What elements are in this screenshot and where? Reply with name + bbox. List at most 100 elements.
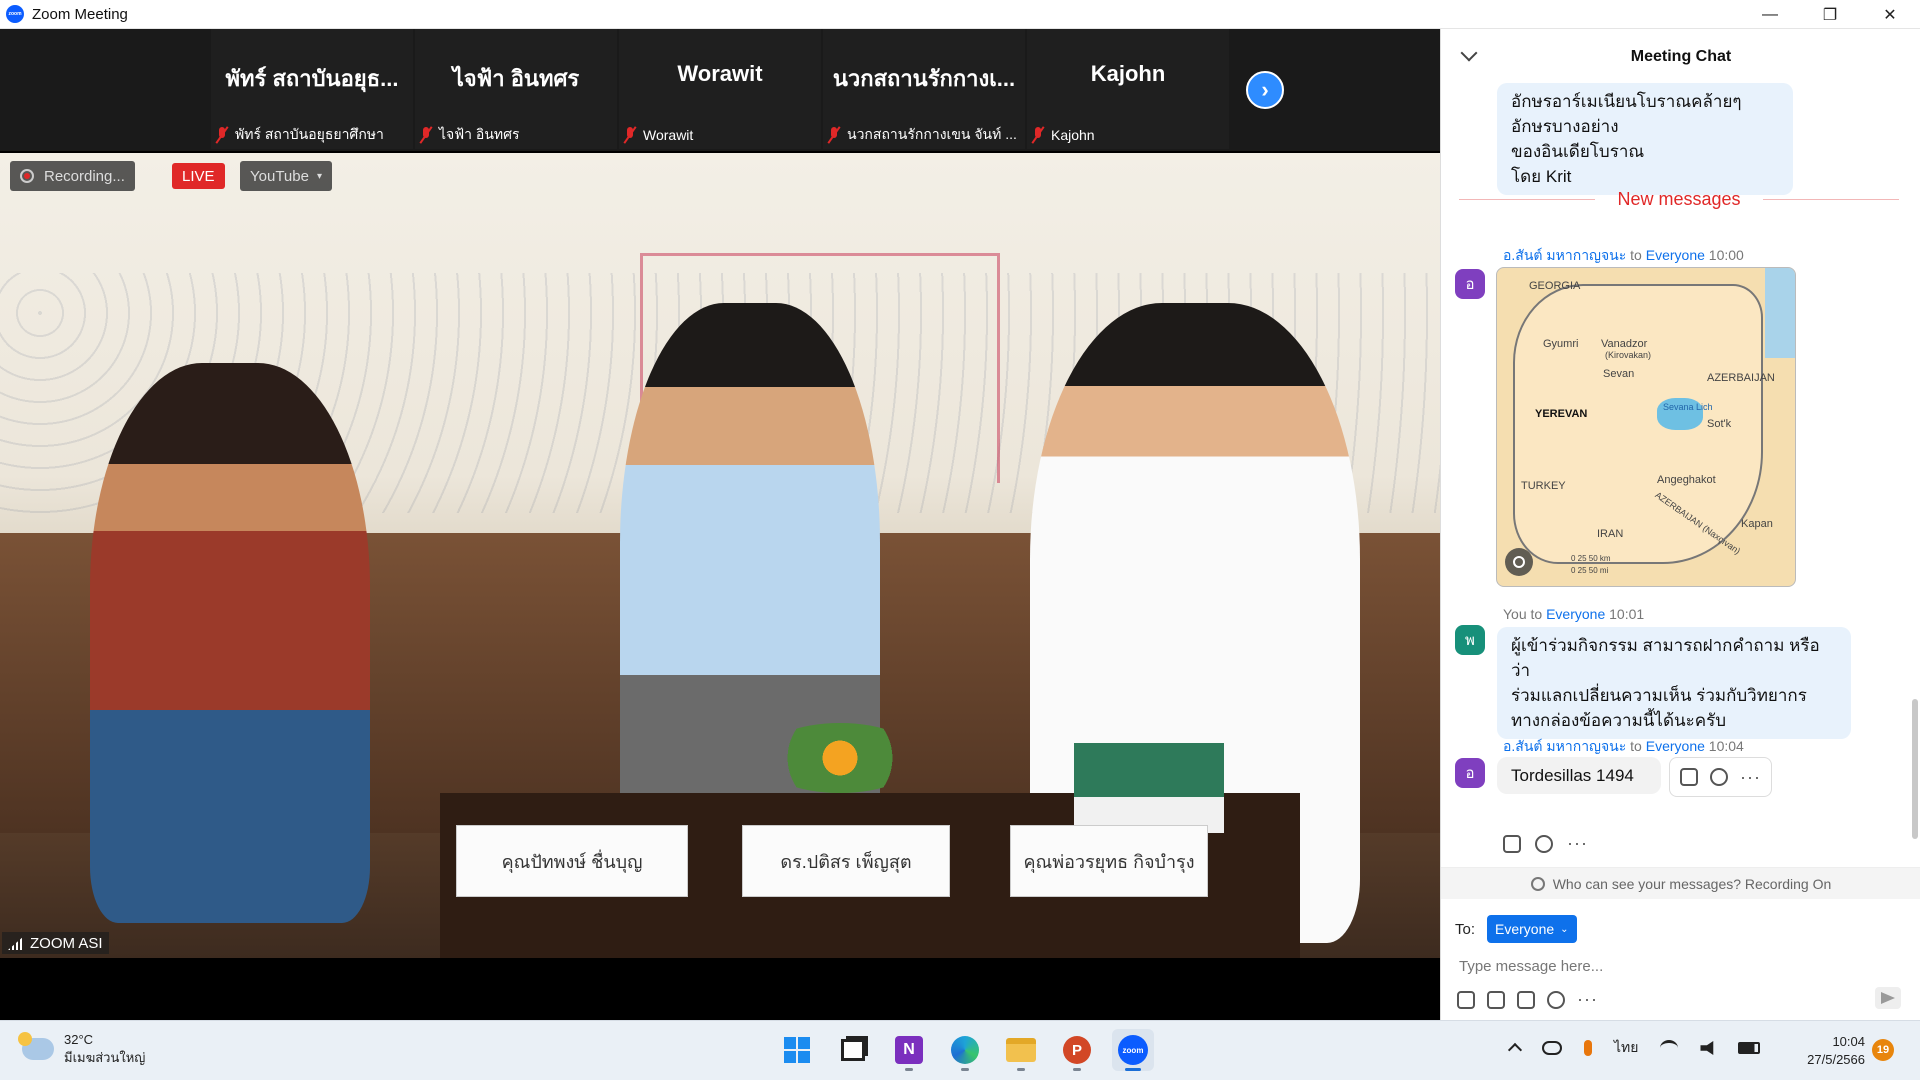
- message-line: ผู้เข้าร่วมกิจกรรม สามารถฝากคำถาม หรือว่…: [1511, 636, 1820, 680]
- shared-map-image[interactable]: GEORGIA Gyumri Vanadzor (Kirovakan) Seva…: [1496, 267, 1796, 587]
- participant-label-text: Worawit: [643, 127, 694, 143]
- book-stack: [1074, 743, 1224, 833]
- more-icon[interactable]: ···: [1577, 989, 1598, 1010]
- speaker-name: ZOOM ASI: [30, 934, 103, 952]
- participant-label-text: Kajohn: [1051, 127, 1095, 143]
- recording-indicator[interactable]: Recording...: [10, 161, 135, 191]
- edge-app[interactable]: [944, 1029, 986, 1071]
- weather-widget[interactable]: 32°C มีเมฆส่วนใหญ่: [18, 1031, 145, 1067]
- zoom-logo-icon: zoom: [6, 5, 24, 23]
- emoji-icon[interactable]: [1547, 990, 1565, 1009]
- participant-label: นวกสถานรักกางเขน จันท์ ...: [827, 125, 1021, 145]
- map-scale: 0 25 50 mi: [1571, 566, 1609, 575]
- send-icon[interactable]: [1875, 987, 1901, 1009]
- input-language[interactable]: ไทย: [1614, 1037, 1638, 1059]
- onedrive-icon[interactable]: [1542, 1041, 1562, 1055]
- windows-icon: [784, 1037, 810, 1063]
- message-time: 10:00: [1708, 247, 1744, 263]
- youtube-dropdown[interactable]: YouTube ▾: [240, 161, 332, 191]
- signal-strength-icon: [8, 936, 24, 950]
- sender-name[interactable]: อ.สันต์ มหากาญจนะ: [1503, 738, 1626, 754]
- window-title: Zoom Meeting: [32, 5, 128, 23]
- more-icon[interactable]: ···: [1740, 767, 1761, 788]
- participant-name: พัทร์ สถาบันอยุธ...: [225, 66, 399, 91]
- participant-label: Kajohn: [1031, 125, 1225, 145]
- temperature: 32°C: [64, 1032, 94, 1047]
- active-speaker-video: คุณปัทพงษ์ ชื่นบุญ ดร.ปติสร เพ็ญสุต คุณพ…: [0, 153, 1440, 958]
- people-icon: [1530, 876, 1545, 891]
- avatar: อ: [1455, 758, 1485, 788]
- participant-label-text: พัทร์ สถาบันอยุธยาศึกษา: [235, 126, 384, 142]
- next-page-button[interactable]: ›: [1246, 71, 1284, 109]
- message-line: โดย Krit: [1511, 167, 1572, 186]
- file-icon[interactable]: [1517, 990, 1535, 1009]
- powerpoint-app[interactable]: P: [1056, 1029, 1098, 1071]
- map-label: Sot'k: [1707, 418, 1732, 430]
- zoom-app[interactable]: zoom: [1112, 1029, 1154, 1071]
- to-word: to: [1530, 606, 1543, 622]
- avatar: อ: [1455, 269, 1485, 299]
- battery-icon[interactable]: [1738, 1042, 1761, 1054]
- chevron-up-icon[interactable]: [1507, 1042, 1523, 1058]
- participant-name: Kajohn: [1090, 61, 1166, 86]
- map-scale: 0 25 50 km: [1571, 554, 1611, 563]
- screenshot-icon[interactable]: [1487, 990, 1505, 1009]
- clock-date: 27/5/2566: [1807, 1052, 1865, 1067]
- recipient-dropdown[interactable]: Everyone ⌄: [1487, 915, 1577, 943]
- map-label: Sevana Lich: [1663, 402, 1713, 412]
- reply-icon[interactable]: [1503, 834, 1521, 853]
- file-explorer-app[interactable]: [1000, 1029, 1042, 1071]
- participant-tile[interactable]: Worawit Worawit: [619, 29, 821, 149]
- map-label: YEREVAN: [1535, 408, 1588, 420]
- map-label: Kapan: [1741, 518, 1773, 530]
- participant-tile[interactable]: Kajohn Kajohn: [1027, 29, 1229, 149]
- participant-label-text: นวกสถานรักกางเขน จันท์ ...: [847, 126, 1017, 142]
- participant-tile[interactable]: นวกสถานรักกางเ... นวกสถานรักกางเขน จันท์…: [823, 29, 1025, 149]
- notification-badge[interactable]: 19: [1872, 1039, 1894, 1061]
- format-icon[interactable]: [1457, 990, 1475, 1009]
- system-tray: ไทย: [1507, 1037, 1761, 1059]
- recipient-name[interactable]: Everyone: [1646, 247, 1705, 263]
- participant-tile[interactable]: ไจฟ้า อินทศร ไจฟ้า อินทศร: [415, 29, 617, 149]
- new-messages-divider: New messages: [1459, 187, 1900, 211]
- chevron-down-icon[interactable]: [1460, 44, 1478, 62]
- close-button[interactable]: ✕: [1860, 0, 1920, 29]
- emoji-reaction-icon[interactable]: [1535, 834, 1553, 853]
- speaker-icon[interactable]: [1700, 1041, 1714, 1055]
- new-messages-label: New messages: [1617, 188, 1741, 209]
- nameplate: คุณปัทพงษ์ ชื่นบุญ: [456, 825, 688, 897]
- task-view-button[interactable]: [832, 1029, 874, 1071]
- avatar: พ: [1455, 625, 1485, 655]
- participant-tile[interactable]: พัทร์ สถาบันอยุธ... พัทร์ สถาบันอยุธยาศึ…: [211, 29, 413, 149]
- chat-scrollbar[interactable]: [1912, 699, 1918, 839]
- chat-message-bubble: ผู้เข้าร่วมกิจกรรม สามารถฝากคำถาม หรือว่…: [1497, 627, 1851, 739]
- recipient-name[interactable]: Everyone: [1546, 606, 1605, 622]
- clock-time: 10:04: [1832, 1034, 1865, 1049]
- wifi-icon[interactable]: [1660, 1040, 1679, 1056]
- map-label: TURKEY: [1521, 480, 1566, 492]
- mic-muted-icon: [215, 127, 229, 143]
- message-input[interactable]: [1459, 951, 1899, 981]
- reply-icon[interactable]: [1680, 768, 1698, 786]
- youtube-label: YouTube: [250, 167, 309, 185]
- more-icon[interactable]: ···: [1567, 833, 1588, 854]
- visibility-text: Who can see your messages? Recording On: [1552, 875, 1832, 892]
- onenote-app[interactable]: N: [888, 1029, 930, 1071]
- recipient-name[interactable]: Everyone: [1646, 738, 1705, 754]
- sender-name[interactable]: อ.สันต์ มหากาญจนะ: [1503, 247, 1626, 263]
- map-label: (Kirovakan): [1605, 350, 1652, 360]
- image-preview-icon[interactable]: [1505, 548, 1533, 576]
- message-visibility-notice[interactable]: Who can see your messages? Recording On: [1441, 867, 1920, 899]
- microphone-icon[interactable]: [1584, 1040, 1592, 1056]
- maximize-button[interactable]: ❐: [1800, 0, 1860, 29]
- map-label: Vanadzor: [1601, 338, 1648, 350]
- map-label: Sevan: [1603, 368, 1635, 380]
- folder-icon: [1006, 1038, 1036, 1062]
- emoji-reaction-icon[interactable]: [1710, 768, 1728, 786]
- minimize-button[interactable]: —: [1740, 0, 1800, 29]
- clock[interactable]: 10:04 27/5/2566: [1795, 1033, 1865, 1069]
- start-button[interactable]: [776, 1029, 818, 1071]
- message-line: ร่วมแลกเปลี่ยนความเห็น ร่วมกับวิทยากร: [1511, 686, 1807, 705]
- map-label: GEORGIA: [1529, 280, 1581, 292]
- taskbar-apps: N P zoom: [776, 1029, 1154, 1071]
